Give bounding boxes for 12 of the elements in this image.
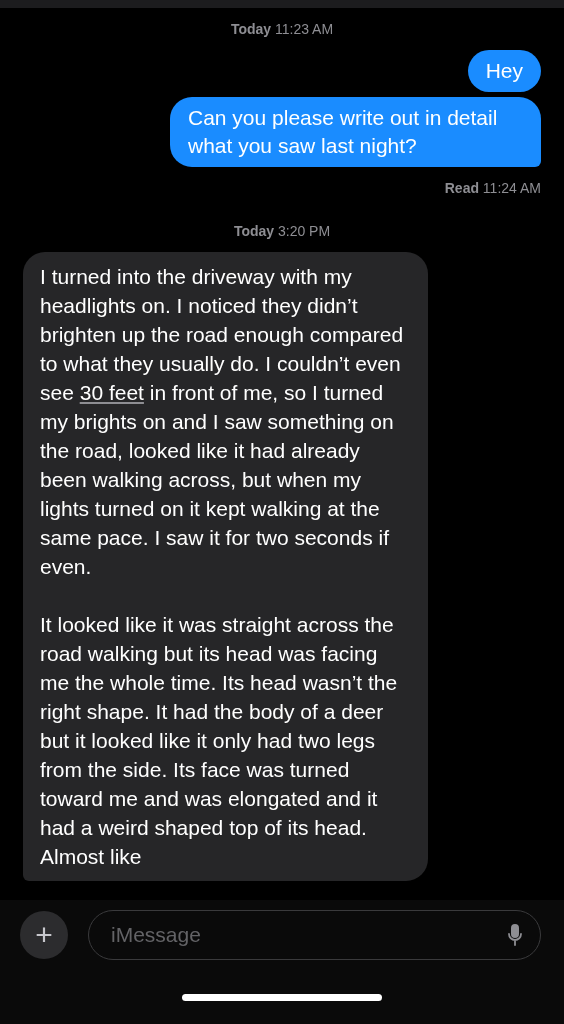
detected-link[interactable]: 30 feet [79,381,144,404]
read-receipt: Read 11:24 AM [444,180,541,196]
message-field[interactable]: iMessage [88,910,541,960]
add-button[interactable]: + [20,911,68,959]
message-paragraph: I turned into the driveway with my headlights on. I noticed they didn’t brighten up the road enough compared to what they usually do. I couldn’t even see 30 feet in front of me, so I turned my brights on and I saw something on the road, looked like it had already been walking across, but when my lights turned on it kept walking at the same pace. I saw it for two seconds if even. [40,264,405,580]
timestamp: Today 11:23 AM [230,21,334,37]
sent-message-bubble: Hey [467,50,541,92]
message-input-field[interactable]: iMessage [109,922,508,948]
message-paragraph: It looked like it was straight across the road walking but its head was facing me the whole time. Its head wasn’t the right shape. It had the body of a deer but it looked like it only had two legs from the side. Its face was turned toward me and was elongated and it had a weird shaped top of its head. Almost like [40,612,399,870]
sent-message-bubble: Can you please write out in detail what you saw last night? [170,97,541,167]
timestamp: Today 3:20 PM [233,223,331,239]
microphone-icon[interactable] [508,924,522,946]
